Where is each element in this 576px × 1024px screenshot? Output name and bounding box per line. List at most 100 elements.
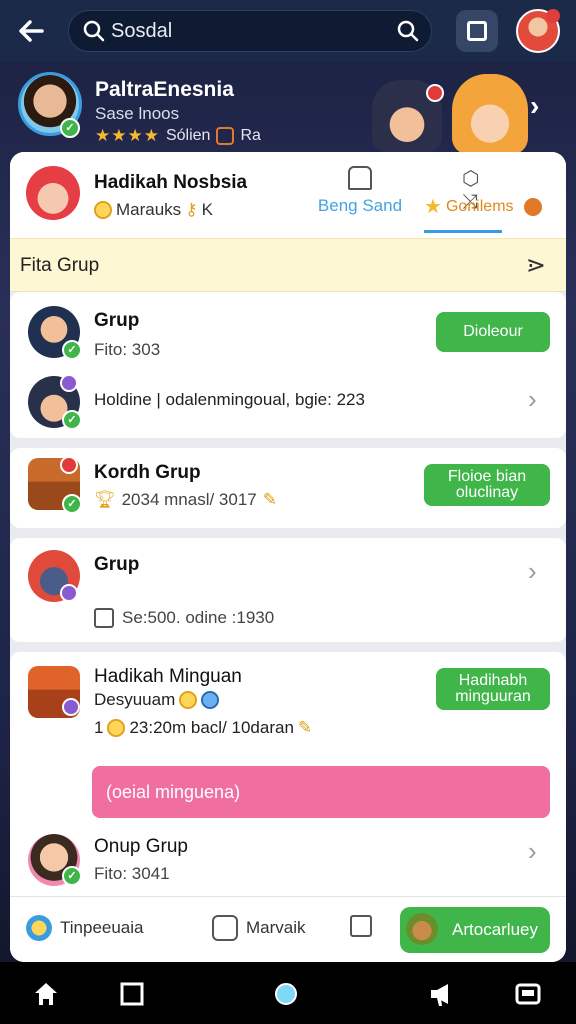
tab-label: Beng Sand (317, 196, 403, 215)
list-item[interactable]: Grup Se:500. odine :1930 › (10, 538, 566, 642)
tab-label: Gonilems (445, 197, 514, 215)
header-tabs: Hadikah Nosbsia Marauks ⚷ K Beng Sand ⬡ … (10, 152, 566, 238)
button-line: Hadihabh (458, 672, 528, 689)
window-button[interactable] (456, 10, 498, 52)
edit-tab[interactable] (350, 915, 372, 937)
join-button[interactable]: Dioleour (436, 312, 550, 352)
list-item[interactable]: ✓ Kordh Grup 🏆︎ 2034 mnasl/ 3017 ✎ Floio… (10, 448, 566, 528)
action-button[interactable]: Floioe bian oluclinay (424, 464, 550, 506)
item-subtitle-row: 🏆︎ 2034 mnasl/ 3017 ✎ (94, 490, 277, 510)
badge-icon (60, 584, 78, 602)
search-input[interactable]: Sosdal (68, 10, 432, 52)
tab-subtitle-suffix: K (201, 200, 213, 219)
item-title: Hadikah Minguan (94, 666, 242, 687)
profile-strip[interactable]: ✓ PaltraEnesnia Sase lnoos ★★★★ Sólien R… (0, 62, 576, 154)
chat-coin-icon (26, 915, 52, 941)
tab-tinpeeuaia[interactable]: Tinpeeuaia (26, 915, 144, 941)
verified-icon: ✓ (62, 866, 82, 886)
badge-icon (60, 456, 78, 474)
tab-subtitle-text: Marauks (116, 200, 182, 219)
chevron-right-icon[interactable]: › (530, 90, 539, 122)
recents-icon[interactable] (118, 980, 146, 1008)
forward-icon[interactable]: ⋗ (526, 251, 546, 280)
pink-banner[interactable]: (oeial minguena) (92, 766, 550, 818)
action-button[interactable]: Hadihabh minguuran (436, 668, 550, 710)
tab-gonilems[interactable]: ⬡ ⤨ ★ Gonilems (424, 166, 560, 219)
pencil-icon: ✎ (297, 718, 313, 737)
item-subtitle: Se:500. odine :1930 (122, 608, 275, 627)
artocarluey-button[interactable]: Artocarluey (400, 907, 550, 953)
button-line: oluclinay (455, 484, 519, 501)
button-line: Floioe bian (447, 468, 527, 485)
profile-subtitle: Sase lnoos (95, 104, 180, 123)
chevron-right-icon[interactable]: › (528, 384, 537, 415)
item-subtitle-row: Desyuuam (94, 690, 220, 710)
rating-icon (216, 127, 235, 145)
coins-icon (179, 691, 198, 709)
star-icon: ★ (424, 196, 442, 218)
character-illustration (452, 74, 528, 154)
rating-extra: Ra (240, 127, 261, 144)
media-icon[interactable] (514, 980, 542, 1008)
tab-title: Hadikah Nosbsia (94, 172, 248, 193)
profile-rating: ★★★★ Sólien Ra (95, 126, 261, 146)
verified-icon: ✓ (62, 410, 82, 430)
edit-icon (94, 608, 114, 628)
badge-icon (62, 698, 80, 716)
tab-label: Marvaik (246, 918, 306, 937)
notification-badge (426, 84, 444, 102)
star-rating: ★★★★ (95, 126, 160, 145)
item-subtitle: Fito: 3041 (94, 864, 170, 883)
item-title: Kordh Grup (94, 462, 201, 483)
search-value: Sosdal (111, 19, 173, 42)
system-nav-bar (0, 962, 576, 1024)
main-card: Hadikah Nosbsia Marauks ⚷ K Beng Sand ⬡ … (10, 152, 566, 962)
button-label: Artocarluey (452, 920, 538, 939)
verified-icon: ✓ (62, 494, 82, 514)
key-icon: ⚷ (185, 200, 198, 219)
chevron-right-icon[interactable]: › (528, 556, 537, 587)
assistant-icon[interactable] (272, 980, 300, 1008)
item-subtitle-row: Se:500. odine :1930 (94, 608, 274, 628)
item-title: Onup Grup (94, 836, 188, 857)
lock-icon (348, 166, 372, 190)
character-avatar (26, 166, 80, 220)
top-bar: Sosdal (0, 0, 576, 62)
search-submit-icon[interactable] (397, 20, 419, 42)
item-count: 1 (94, 718, 104, 737)
verified-icon: ✓ (62, 340, 82, 360)
badge-icon (60, 374, 78, 392)
verified-icon: ✓ (60, 118, 80, 138)
back-button[interactable] (14, 14, 48, 48)
announce-icon[interactable] (428, 980, 456, 1008)
tab-marvaik[interactable]: Marvaik (212, 915, 306, 941)
list-item[interactable]: ✓ Grup Fito: 303 Dioleour ✓ Holdine | od… (10, 292, 566, 438)
tab-subtitle: Marauks ⚷ K (94, 200, 213, 220)
pencil-icon: ✎ (262, 490, 277, 509)
trophy-icon: 🏆︎ (94, 490, 116, 509)
edit-icon (350, 915, 372, 937)
item-subtitle: Holdine | odalenmingoual, bgie: 223 (94, 390, 365, 409)
chevron-right-icon[interactable]: › (528, 836, 537, 867)
button-line: minguuran (455, 688, 531, 705)
item-subtitle: 23:20m bacl/ 10daran (129, 718, 294, 737)
item-subtitle: Fito: 303 (94, 340, 161, 359)
item-title: Grup (94, 554, 140, 575)
item-subtitle-row: 1 23:20m bacl/ 10daran ✎ (94, 718, 312, 738)
tab-label: Tinpeeuaia (60, 918, 144, 937)
tab-label-row: ★ Gonilems (424, 194, 560, 219)
coin-icon (94, 201, 112, 219)
search-icon (83, 20, 105, 42)
notification-badge (546, 9, 560, 23)
user-avatar[interactable] (516, 9, 560, 53)
gift-icon (523, 197, 542, 216)
rating-text: Sólien (165, 127, 211, 144)
square-icon (467, 21, 487, 41)
item-subtitle: Desyuuam (94, 690, 176, 709)
arrow-left-icon (19, 20, 44, 42)
active-tab-indicator (424, 230, 502, 233)
home-icon[interactable] (32, 980, 60, 1008)
tab-beng-sand[interactable]: Beng Sand (310, 166, 410, 216)
character-icon (406, 913, 438, 945)
profile-name: PaltraEnesnia (95, 78, 234, 101)
